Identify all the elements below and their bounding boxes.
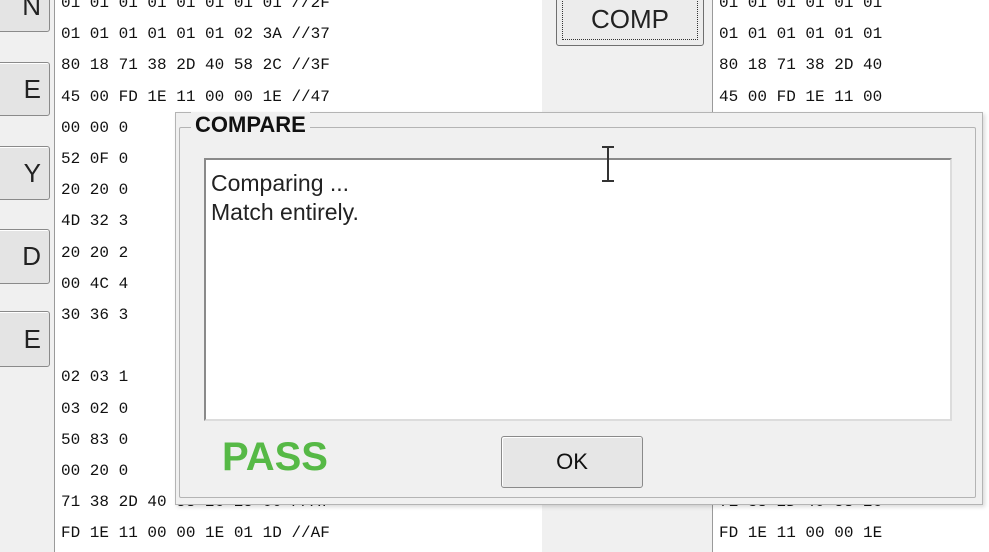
- message-box[interactable]: Comparing ... Match entirely.: [204, 158, 952, 421]
- hex-line: 80 18 71 38 2D 40 58 2C //3F: [61, 56, 330, 75]
- hex-line: 20 20 0: [61, 181, 129, 200]
- hex-line: 80 18 71 38 2D 40: [719, 56, 883, 75]
- side-button-label: D: [22, 241, 41, 271]
- ok-button-label: OK: [556, 449, 588, 474]
- compare-dialog: COMPARE Comparing ... Match entirely. PA…: [175, 112, 983, 505]
- side-button-label: E: [23, 73, 41, 104]
- hex-line: 02 03 1: [61, 368, 129, 387]
- hex-line: FD 1E 11 00 00 1E: [719, 524, 883, 543]
- compare-button[interactable]: COMP: [556, 0, 704, 46]
- side-button-2[interactable]: E: [0, 62, 50, 116]
- hex-line: 20 20 2: [61, 243, 129, 262]
- hex-line: 00 20 0: [61, 462, 129, 480]
- dialog-title: COMPARE: [191, 112, 310, 138]
- hex-line: 03 02 0: [61, 399, 129, 418]
- hex-line: 00 00 0: [61, 118, 129, 137]
- ok-button[interactable]: OK: [501, 436, 643, 488]
- hex-line: 00 4C 4: [61, 274, 129, 293]
- side-button-label: Y: [23, 157, 41, 188]
- compare-button-label: COMP: [591, 4, 669, 34]
- message-line-result: Match entirely.: [211, 199, 359, 225]
- hex-line: 4D 32 3: [61, 212, 129, 231]
- hex-line: 30 36 3: [61, 306, 129, 324]
- side-button-4[interactable]: D: [0, 229, 50, 284]
- side-button-label: E: [23, 323, 41, 354]
- hex-line: 45 00 FD 1E 11 00: [719, 87, 883, 106]
- hex-line: 01 01 01 01 01 01 01 01 //2F: [61, 0, 330, 12]
- hex-line: 01 01 01 01 01 01: [719, 0, 883, 12]
- side-button-5[interactable]: E: [0, 311, 50, 367]
- hex-line: 50 83 0: [61, 430, 129, 449]
- hex-line: 52 0F 0: [61, 150, 129, 168]
- message-line-comparing: Comparing ...: [211, 170, 350, 196]
- hex-line: FD 1E 11 00 00 1E 01 1D //AF: [61, 524, 330, 543]
- hex-line: 01 01 01 01 01 01 02 3A //37: [61, 25, 330, 44]
- hex-line: 01 01 01 01 01 01: [719, 25, 883, 44]
- side-button-1[interactable]: N: [0, 0, 50, 32]
- side-button-3[interactable]: Y: [0, 146, 50, 200]
- pass-status: PASS: [222, 435, 328, 479]
- hex-line: 45 00 FD 1E 11 00 00 1E //47: [61, 87, 330, 106]
- ibeam-cursor-icon: [602, 146, 614, 182]
- side-button-label: N: [22, 0, 41, 21]
